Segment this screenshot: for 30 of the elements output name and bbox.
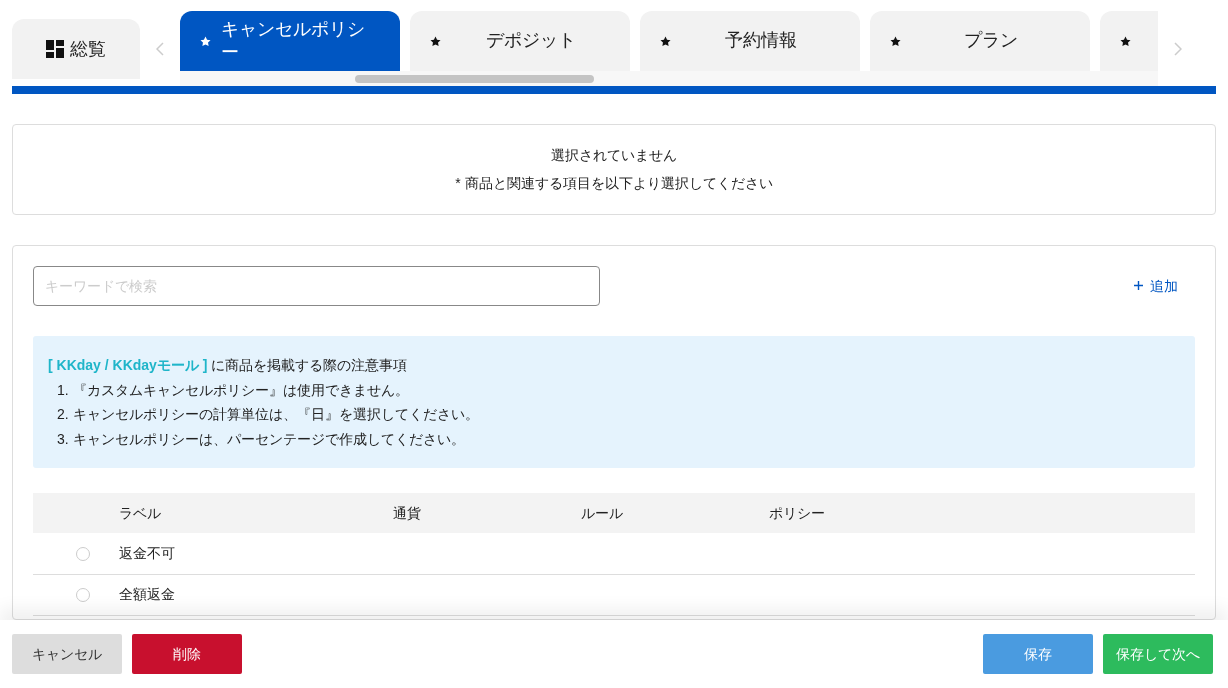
column-header: ルール [580,493,768,533]
table-cell: 全額返金 [118,574,392,615]
empty-title: 選択されていません [550,146,678,165]
empty-hint: * 商品と関連する項目を以下より選択してください [454,174,774,193]
grid-icon [46,40,64,58]
tab[interactable]: キャンセルポリシー [180,11,400,71]
chevron-left-icon[interactable] [156,41,164,56]
overview-tab[interactable]: 総覧 [12,19,140,79]
notice-item: 1. 『カスタムキャンセルポリシー』は使用できません。 [56,380,410,400]
star-icon [200,35,211,47]
star-icon [1120,35,1131,47]
star-icon [890,35,901,47]
column-header: ラベル [118,493,392,533]
delete-button[interactable]: 削除 [132,634,242,674]
chevron-right-icon[interactable] [1174,41,1182,56]
column-header: ポリシー [768,493,1195,533]
tab[interactable]: デポジット [410,11,630,71]
star-icon [430,35,441,47]
table-cell: 返金不可 [118,533,392,574]
column-header: 通貨 [392,493,580,533]
tab[interactable]: プラン [870,11,1090,71]
cancel-button[interactable]: キャンセル [12,634,122,674]
add-link[interactable]: 追加 [1134,275,1178,297]
notice-item: 2. キャンセルポリシーの計算単位は、『日』を選択してください。 [56,405,480,424]
plus-icon [1134,280,1143,290]
notice-item: 3. キャンセルポリシーは、パーセンテージで作成してください。 [56,429,466,449]
tab[interactable]: 予約情報 [640,11,860,71]
star-icon [660,35,671,47]
scrollbar-thumb[interactable] [355,75,594,83]
notice-heading: [ KKday / KKdayモール ] に商品を掲載する際の注意事項 [48,356,409,375]
